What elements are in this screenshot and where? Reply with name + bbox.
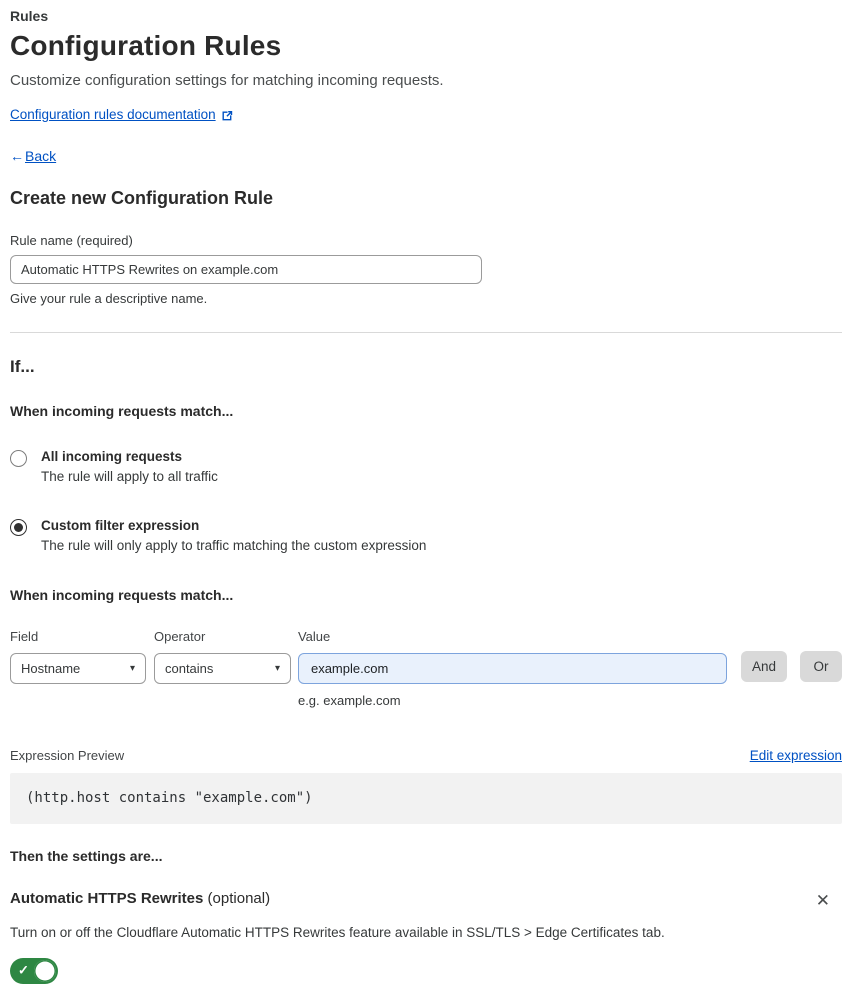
documentation-link[interactable]: Configuration rules documentation (10, 107, 216, 122)
breadcrumb: Rules (10, 8, 49, 24)
back-link[interactable]: Back (25, 148, 56, 164)
field-column-label: Field (10, 629, 39, 644)
value-help-text: e.g. example.com (297, 693, 401, 708)
match-type-label: When incoming requests match... (10, 403, 234, 419)
value-input[interactable] (297, 653, 727, 684)
setting-title: Automatic HTTPS Rewrites (optional) (10, 890, 270, 907)
section-divider (10, 332, 842, 333)
radio-option-label: Custom filter expression (41, 518, 200, 533)
close-icon[interactable]: ✕ (812, 890, 834, 911)
radio-option-label: All incoming requests (41, 449, 183, 464)
operator-column-label: Operator (153, 629, 206, 644)
page-title: Configuration Rules (10, 30, 282, 61)
configuration-rules-page: Rules Configuration Rules Customize conf… (0, 0, 852, 989)
toggle-knob (34, 960, 56, 982)
chevron-down-icon: ▾ (129, 663, 135, 674)
filter-builder-label: When incoming requests match... (10, 587, 234, 603)
rule-name-help: Give your rule a descriptive name. (10, 291, 208, 306)
then-settings-label: Then the settings are... (10, 848, 163, 864)
external-link-icon (221, 109, 233, 121)
rule-name-input[interactable] (10, 255, 482, 284)
radio-option-custom-filter[interactable]: Custom filter expression The rule will o… (10, 518, 842, 553)
setting-name: Automatic HTTPS Rewrites (10, 890, 204, 907)
field-select-value: Hostname (21, 661, 81, 676)
if-heading: If... (10, 357, 35, 376)
field-select[interactable]: Hostname ▾ (10, 653, 146, 684)
filter-expression-row: Field Hostname ▾ Operator contains ▾ Val… (10, 629, 842, 708)
radio-unselected-icon[interactable] (10, 450, 27, 467)
page-subtitle: Customize configuration settings for mat… (10, 72, 444, 89)
setting-optional-tag: (optional) (207, 890, 271, 907)
rule-name-label: Rule name (required) (10, 233, 133, 248)
radio-option-description: The rule will only apply to traffic matc… (41, 538, 427, 553)
radio-selected-icon[interactable] (10, 519, 27, 536)
setting-description: Turn on or off the Cloudflare Automatic … (10, 925, 665, 940)
or-button[interactable]: Or (800, 651, 842, 682)
chevron-down-icon: ▾ (274, 663, 280, 674)
expression-preview-label: Expression Preview (10, 748, 125, 763)
operator-select-value: contains (164, 661, 214, 676)
value-column-label: Value (297, 629, 331, 644)
radio-option-description: The rule will apply to all traffic (41, 469, 218, 484)
operator-select[interactable]: contains ▾ (153, 653, 291, 684)
create-rule-heading: Create new Configuration Rule (10, 188, 274, 208)
edit-expression-link[interactable]: Edit expression (750, 748, 842, 763)
radio-option-all-requests[interactable]: All incoming requests The rule will appl… (10, 449, 842, 484)
back-arrow-icon[interactable]: ← (10, 148, 24, 164)
and-button[interactable]: And (740, 651, 787, 682)
check-icon: ✓ (18, 962, 29, 978)
automatic-https-rewrites-toggle[interactable]: ✓ (10, 958, 58, 984)
expression-preview-code: (http.host contains "example.com") (10, 773, 842, 824)
